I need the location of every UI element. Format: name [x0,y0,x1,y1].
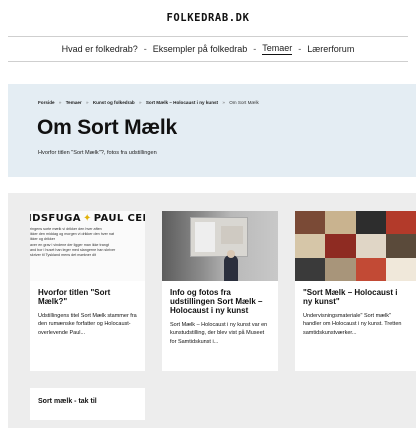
card-image-portraits [295,211,416,281]
breadcrumb-forside[interactable]: Forside [38,100,55,105]
breadcrumb-separator: » [86,100,89,105]
star-icon: ✦ [82,213,92,224]
nav-item-temaer[interactable]: Temaer [262,43,293,55]
page-title: Om Sort Mælk [37,116,177,139]
nav-separator: - [298,44,302,54]
nav-item-laererforum[interactable]: Lærerforum [307,44,354,54]
poem-headline: IDSFUGA✦PAUL CELAN [30,213,145,224]
card-title: Info og fotos fra udstillingen Sort Mælk… [170,288,263,315]
breadcrumb-separator: » [58,100,62,105]
gallery-visitor [224,255,238,281]
gallery-artwork [190,217,248,257]
card-title: "Sort Mælk – Holocaust i ny kunst" [303,288,398,306]
breadcrumb: Forside » Temaer » Kunst og folkedrab » … [38,100,259,105]
breadcrumb-kunst-og-folkedrab[interactable]: Kunst og folkedrab [93,100,135,105]
gallery-visitor-head [227,250,235,258]
article-card-info-og-fotos[interactable]: Info og fotos fra udstillingen Sort Mælk… [162,211,278,371]
card-title: Sort mælk - tak til [38,398,97,405]
card-excerpt: Sort Mælk – Holocaust i ny kunst var en … [170,321,268,345]
poem-headline-right: PAUL CELAN [93,213,145,224]
breadcrumb-current: Om Sort Mælk [229,100,259,105]
poem-lines: ringens sorte mælk vi drikker den hver a… [30,227,145,258]
card-image-gallery [162,211,278,281]
breadcrumb-sort-maelk[interactable]: Sort Mælk – Holocaust i ny kunst [146,100,218,105]
site-title-link[interactable]: FOLKEDRAB.DK [166,12,249,24]
card-excerpt: Undervisningsmateriale" Sort mælk" handl… [303,312,402,336]
page-subtitle: Hvorfor titlen "Sort Mælk"?, fotos fra u… [38,150,157,156]
main-nav: Hvad er folkedrab? - Eksempler på folked… [0,37,416,61]
breadcrumb-temaer[interactable]: Temaer [66,100,82,105]
card-image-poem: IDSFUGA✦PAUL CELAN ringens sorte mælk vi… [30,211,145,281]
article-card-undervisningsmateriale[interactable]: "Sort Mælk – Holocaust i ny kunst" Under… [295,211,416,371]
breadcrumb-separator: » [139,100,142,105]
breadcrumb-separator: » [222,100,225,105]
article-card-hvorfor-titlen[interactable]: IDSFUGA✦PAUL CELAN ringens sorte mælk vi… [30,211,145,371]
nav-separator: - [143,44,147,54]
nav-divider [8,61,408,62]
nav-separator: - [253,44,257,54]
nav-item-eksempler[interactable]: Eksempler på folkedrab [153,44,248,54]
poem-headline-left: IDSFUGA [30,213,81,224]
card-title: Hvorfor titlen "Sort Mælk?" [38,288,111,306]
site-header: FOLKEDRAB.DK [0,0,416,36]
card-excerpt: Udstillingens titel Sort Mælk stammer fr… [38,312,137,336]
poem-line: skriver til Tyskland mens det mørkner di… [30,252,96,257]
hero-banner: Forside » Temaer » Kunst og folkedrab » … [8,84,416,177]
article-card-tak-til[interactable]: Sort mælk - tak til [30,388,145,420]
nav-item-hvad-er-folkedrab[interactable]: Hvad er folkedrab? [62,44,138,54]
